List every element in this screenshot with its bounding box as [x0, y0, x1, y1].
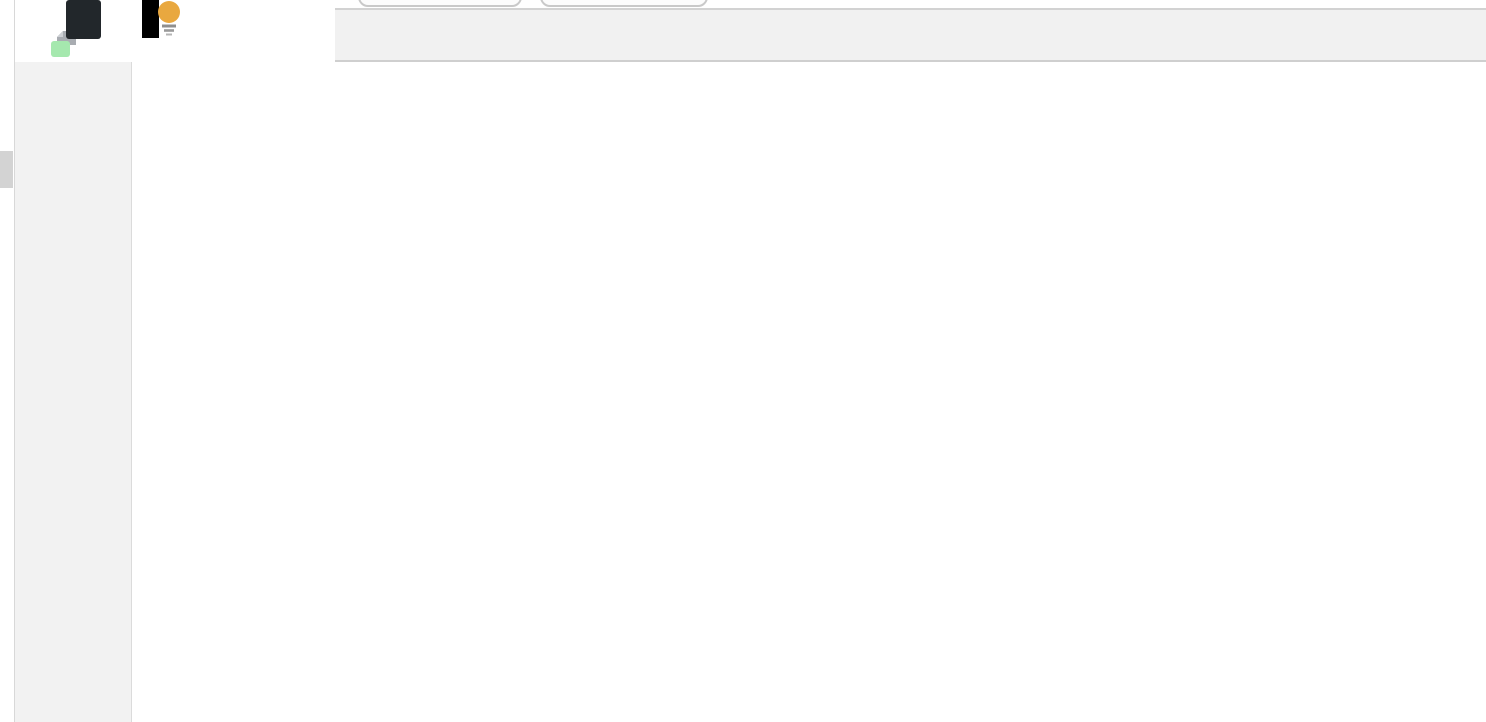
- ide-window: [0, 0, 1486, 722]
- intention-bulb-icon[interactable]: [157, 0, 181, 36]
- left-edge-strip: [0, 0, 14, 722]
- editor-gutter: [15, 62, 132, 722]
- ai-chat-gutter-badge[interactable]: [66, 0, 101, 39]
- code-editor[interactable]: [132, 62, 1486, 722]
- main-toolbar-strip: [0, 0, 1486, 8]
- chat-typing-caret: [83, 13, 85, 27]
- toolbar-widget-fragment[interactable]: [540, 0, 708, 7]
- left-vertical-border: [14, 0, 15, 722]
- left-edge-marker: [0, 151, 13, 188]
- toolbar-widget-fragment[interactable]: [358, 0, 522, 7]
- close-tab-icon[interactable]: [312, 21, 338, 51]
